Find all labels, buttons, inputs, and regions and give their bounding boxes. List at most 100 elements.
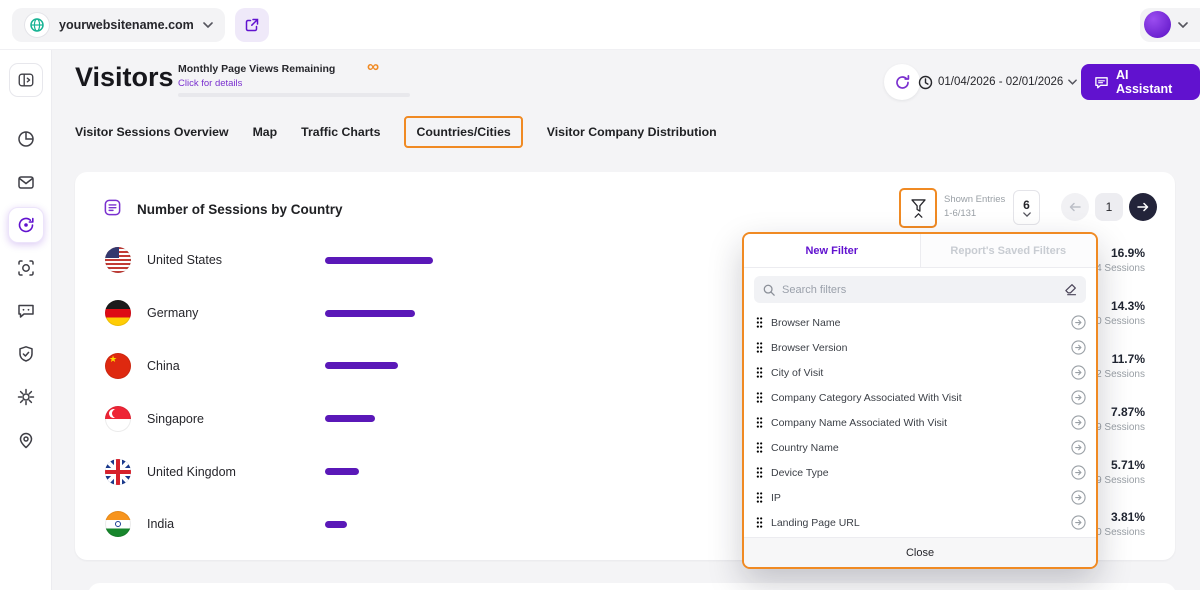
arrow-circle-icon[interactable] [1071,365,1086,380]
tab-saved-filters[interactable]: Report's Saved Filters [921,234,1097,267]
sidebar-item-feedback[interactable] [6,289,46,332]
open-website-button[interactable] [235,8,269,42]
page-views-details-link[interactable]: Click for details [178,78,335,89]
arrow-circle-icon[interactable] [1071,340,1086,355]
filter-popup: New Filter Report's Saved Filters Browse… [742,232,1098,569]
sessions-percent: 14.3% [1091,299,1145,313]
sessions-count: 52 Sessions [1091,369,1145,380]
report-tabs: Visitor Sessions Overview Map Traffic Ch… [75,116,717,148]
filter-popup-tabs: New Filter Report's Saved Filters [744,234,1096,268]
topbar: yourwebsitename.com [0,0,1200,50]
arrow-circle-icon[interactable] [1071,465,1086,480]
filter-search [754,276,1086,303]
site-selector[interactable]: yourwebsitename.com [12,8,225,42]
sessions-percent: 3.81% [1091,510,1145,524]
close-button[interactable]: Close [744,537,1096,567]
page-title: Visitors [75,62,174,93]
sidebar-item-mail[interactable] [6,160,46,203]
list-item[interactable]: Browser Version [756,335,1086,360]
list-item[interactable]: Browser Name [756,310,1086,335]
tab-countries-cities[interactable]: Countries/Cities [404,116,522,148]
sessions-percent: 11.7% [1091,352,1145,366]
drag-handle-icon[interactable] [756,342,763,353]
date-range-picker[interactable]: 01/04/2026 - 02/01/2026 [918,64,1077,100]
sidebar-item-visitors[interactable] [6,203,46,246]
sidebar [0,50,52,590]
page-size-value: 6 [1023,198,1030,212]
tab-new-filter[interactable]: New Filter [744,234,921,267]
country-stats: 14.3% 50 Sessions [1091,299,1145,327]
arrow-circle-icon[interactable] [1071,390,1086,405]
tab-map[interactable]: Map [253,125,278,139]
sessions-percent: 7.87% [1091,405,1145,419]
filter-option-label: Company Name Associated With Visit [771,417,1063,429]
shield-icon [16,344,36,364]
country-stats: 5.71% 59 Sessions [1091,458,1145,486]
page-views-progress [178,93,410,97]
next-page-button[interactable] [1129,193,1157,221]
eraser-icon[interactable] [1064,283,1077,296]
drag-handle-icon[interactable] [756,392,763,403]
page-number[interactable]: 1 [1095,193,1123,221]
country-name: Singapore [147,412,325,426]
ai-assistant-label: AI Assistant [1116,68,1187,96]
country-name: China [147,359,325,373]
search-input[interactable] [782,284,1057,296]
card-title: Number of Sessions by Country [137,202,343,217]
sidebar-item-privacy[interactable] [6,332,46,375]
drag-handle-icon[interactable] [756,367,763,378]
sidebar-item-companies[interactable] [6,246,46,289]
page-size-select[interactable]: 6 [1013,190,1040,225]
sidebar-item-settings[interactable] [6,375,46,418]
page-views-remaining: Monthly Page Views Remaining Click for d… [178,63,335,89]
chevron-down-icon [203,22,213,28]
drag-handle-icon[interactable] [756,317,763,328]
list-item[interactable]: IP [756,485,1086,510]
list-item[interactable]: Landing Page URL [756,510,1086,535]
arrow-circle-icon[interactable] [1071,440,1086,455]
drag-handle-icon[interactable] [756,492,763,503]
sidebar-item-support[interactable] [6,418,46,461]
tab-traffic-charts[interactable]: Traffic Charts [301,125,380,139]
list-item[interactable]: Company Category Associated With Visit [756,385,1086,410]
flag-singapore [105,406,131,432]
avatar [1144,11,1171,38]
sessions-bar [325,468,359,475]
account-menu[interactable] [1140,8,1200,42]
arrow-circle-icon[interactable] [1071,515,1086,530]
tab-visitor-sessions-overview[interactable]: Visitor Sessions Overview [75,125,229,139]
filter-button[interactable] [899,188,937,228]
pie-chart-icon [16,129,36,149]
sessions-count: 09 Sessions [1091,422,1145,433]
app-window: yourwebsitename.com [0,0,1200,590]
gear-icon [16,387,36,407]
shown-entries-label: Shown Entries [944,193,1005,207]
shown-entries-range: 1-6/131 [944,207,1005,221]
list-item[interactable]: Company Name Associated With Visit [756,410,1086,435]
filter-option-label: Landing Page URL [771,517,1063,529]
filter-options-list: Browser Name Browser Version City of Vis… [744,309,1096,535]
drag-handle-icon[interactable] [756,467,763,478]
panel-toggle-icon[interactable] [9,63,43,97]
tab-visitor-company-distribution[interactable]: Visitor Company Distribution [547,125,717,139]
main-content: Visitors Monthly Page Views Remaining Cl… [52,50,1200,590]
drag-handle-icon[interactable] [756,417,763,428]
drag-handle-icon[interactable] [756,442,763,453]
list-item[interactable]: City of Visit [756,360,1086,385]
arrow-circle-icon[interactable] [1071,415,1086,430]
arrow-circle-icon[interactable] [1071,315,1086,330]
drag-handle-icon[interactable] [756,517,763,528]
list-item[interactable]: Country Name [756,435,1086,460]
sessions-percent: 5.71% [1091,458,1145,472]
filter-option-label: IP [771,492,1063,504]
previous-page-button[interactable] [1061,193,1089,221]
sessions-bar [325,310,415,317]
sidebar-item-dashboard[interactable] [6,117,46,160]
arrow-circle-icon[interactable] [1071,490,1086,505]
country-name: United Kingdom [147,465,325,479]
list-item[interactable]: Device Type [756,460,1086,485]
ai-assistant-button[interactable]: AI Assistant [1081,64,1200,100]
refresh-button[interactable] [884,64,920,100]
sessions-count: 54 Sessions [1091,263,1145,274]
chat-icon [16,301,36,321]
